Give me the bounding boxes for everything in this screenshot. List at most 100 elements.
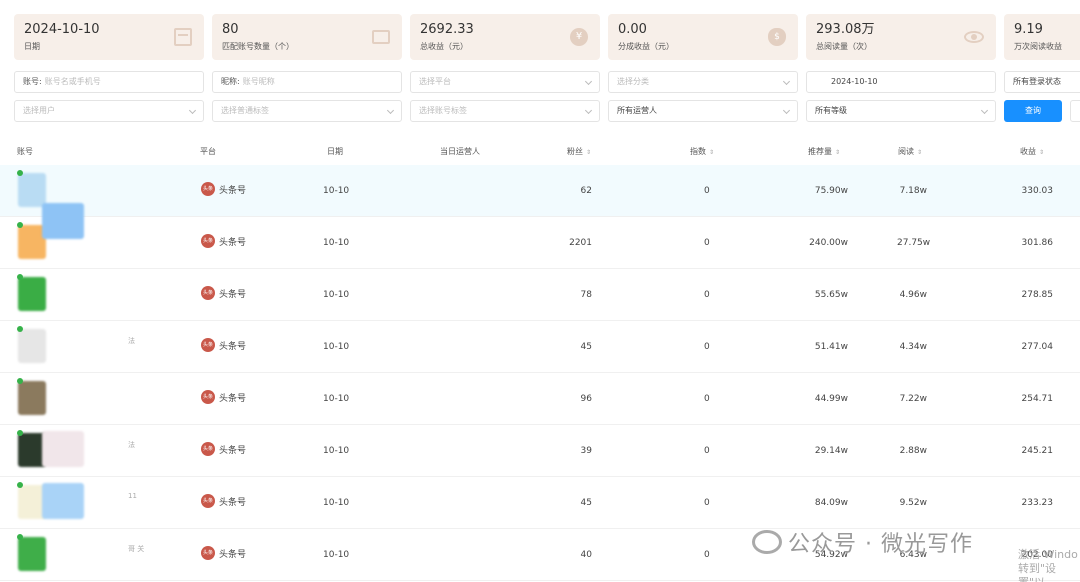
nickname-search-input[interactable]: 昵称: 账号昵称 [212, 71, 402, 93]
stat-label: 日期 [24, 42, 40, 51]
date-cell: 10-10 [323, 238, 350, 248]
col-fans-sort[interactable]: 粉丝 ⇕ [567, 146, 591, 157]
avatar [18, 277, 46, 311]
col-read-sort[interactable]: 阅读 ⇕ [898, 146, 922, 157]
wechat-icon [752, 530, 782, 554]
reset-button[interactable] [1070, 100, 1080, 122]
platform-cell: 头条 头条号 [201, 234, 246, 248]
avatar [18, 173, 46, 207]
query-button[interactable]: 查询 [1004, 100, 1062, 122]
col-index-sort[interactable]: 指数 ⇕ [690, 146, 714, 157]
date-cell: 10-10 [323, 498, 350, 508]
calendar-icon [174, 28, 192, 46]
read-cell: 4.34w [899, 342, 927, 352]
date-picker[interactable]: 2024-10-10 [806, 71, 996, 93]
platform-cell: 头条 头条号 [201, 442, 246, 456]
toutiao-icon: 头条 [201, 182, 215, 196]
nickname-placeholder: 账号昵称 [242, 77, 275, 86]
platform-name: 头条号 [219, 549, 247, 560]
chevron-down-icon [188, 106, 197, 115]
online-status-dot [17, 222, 23, 228]
platform-cell: 头条 头条号 [201, 182, 246, 196]
sort-icon: ⇕ [709, 149, 715, 156]
account-side-note: 法 [128, 441, 135, 449]
col-index: 指数 [690, 147, 706, 156]
chevron-down-icon [584, 77, 593, 86]
col-read: 阅读 [898, 147, 914, 156]
date-cell: 10-10 [323, 186, 350, 196]
watermark: 公众号 · 微光写作 [752, 526, 973, 558]
table-row[interactable]: 法 头条 头条号 10-10 39 0 29.14w 2.88w 245.21 [0, 425, 1080, 477]
table-row[interactable]: 头条 头条号 10-10 96 0 44.99w 7.22w 254.71 [0, 373, 1080, 425]
chevron-down-icon [782, 77, 791, 86]
user-select[interactable]: 选择用户 [14, 100, 204, 122]
fans-cell: 39 [580, 446, 592, 456]
table-header: 账号 平台 日期 当日运营人 粉丝 ⇕ 指数 ⇕ 推荐量 ⇕ 阅读 ⇕ 收益 ⇕ [0, 137, 1080, 165]
date-picker-value: 2024-10-10 [831, 77, 878, 86]
avatar-overlay [42, 431, 84, 467]
level-select[interactable]: 所有等级 [806, 100, 996, 122]
stat-value: 0.00 [618, 22, 647, 37]
sort-icon: ⇕ [835, 149, 841, 156]
stat-label: 分成收益（元） [618, 42, 674, 51]
eye-icon [964, 31, 984, 43]
fans-cell: 40 [580, 550, 592, 560]
yen-coin-icon: ¥ [570, 28, 588, 46]
stat-label: 总阅读量（次） [816, 42, 872, 51]
activation-line-1: 激活 Windo [1018, 548, 1078, 561]
fans-cell: 45 [580, 498, 592, 508]
platform-cell: 头条 头条号 [201, 546, 246, 560]
index-cell: 0 [704, 550, 710, 560]
income-cell: 277.04 [1021, 342, 1054, 352]
recommend-cell: 51.41w [814, 342, 848, 352]
account-placeholder: 账号名或手机号 [44, 77, 101, 86]
platform-select-text: 选择平台 [419, 77, 451, 86]
platform-name: 头条号 [219, 289, 247, 300]
col-income-sort[interactable]: 收益 ⇕ [1020, 146, 1044, 157]
id-card-icon [372, 30, 390, 44]
table-row[interactable]: 头条 头条号 10-10 62 0 75.90w 7.18w 330.03 [0, 165, 1080, 217]
avatar-overlay [42, 203, 84, 239]
fans-cell: 78 [580, 290, 592, 300]
table-row[interactable]: 头条 头条号 10-10 2201 0 240.00w 27.75w 301.86 [0, 203, 1080, 269]
read-cell: 27.75w [897, 238, 931, 248]
sort-icon: ⇕ [1039, 149, 1045, 156]
platform-name: 头条号 [219, 497, 247, 508]
toutiao-icon: 头条 [201, 546, 215, 560]
date-cell: 10-10 [323, 342, 350, 352]
operator-select[interactable]: 所有运营人 [608, 100, 798, 122]
money-bag-icon: $ [768, 28, 786, 46]
user-select-text: 选择用户 [23, 106, 55, 115]
platform-select[interactable]: 选择平台 [410, 71, 600, 93]
operator-select-text: 所有运营人 [617, 106, 657, 115]
tag-select[interactable]: 选择普通标签 [212, 100, 402, 122]
platform-name: 头条号 [219, 445, 247, 456]
online-status-dot [17, 274, 23, 280]
login-status-select[interactable]: 所有登录状态 [1004, 71, 1080, 93]
account-side-note: 11 [128, 492, 137, 500]
stat-card-accounts: 80 匹配账号数量（个） [212, 14, 402, 60]
read-cell: 7.18w [899, 186, 927, 196]
category-select[interactable]: 选择分类 [608, 71, 798, 93]
account-search-input[interactable]: 账号: 账号名或手机号 [14, 71, 204, 93]
table-row[interactable]: 法 头条 头条号 10-10 45 0 51.41w 4.34w 277.04 [0, 321, 1080, 373]
online-status-dot [17, 430, 23, 436]
recommend-cell: 240.00w [809, 238, 848, 248]
col-recommend-sort[interactable]: 推荐量 ⇕ [808, 146, 840, 157]
chevron-down-icon [980, 106, 989, 115]
stat-card-date: 2024-10-10 日期 [14, 14, 204, 60]
recommend-cell: 44.99w [814, 394, 848, 404]
col-fans: 粉丝 [567, 147, 583, 156]
platform-name: 头条号 [219, 185, 247, 196]
activation-line-2: 转到"设置"以 [1018, 562, 1057, 582]
date-cell: 10-10 [323, 290, 350, 300]
table-row[interactable]: 11 头条 头条号 10-10 45 0 84.09w 9.52w 233.23 [0, 477, 1080, 529]
dashboard-page: { "stats": [ {"value": "2024-10-10", "la… [0, 0, 1080, 582]
platform-name: 头条号 [219, 237, 247, 248]
platform-name: 头条号 [219, 393, 247, 404]
platform-cell: 头条 头条号 [201, 338, 246, 352]
col-date: 日期 [327, 147, 343, 156]
table-row[interactable]: 头条 头条号 10-10 78 0 55.65w 4.96w 278.85 [0, 269, 1080, 321]
account-tag-select[interactable]: 选择账号标签 [410, 100, 600, 122]
income-cell: 301.86 [1021, 238, 1054, 248]
